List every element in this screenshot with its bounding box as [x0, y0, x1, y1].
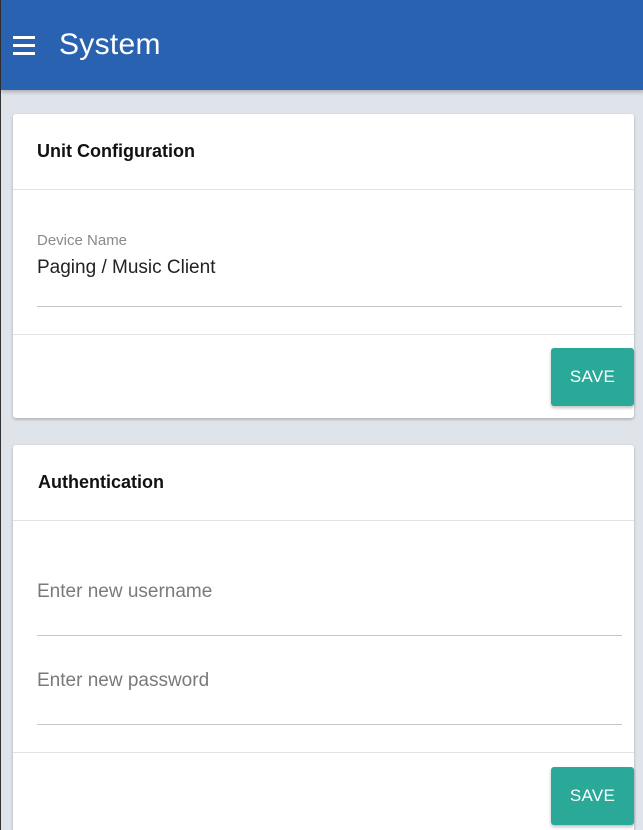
authentication-card: Authentication SAVE — [13, 445, 634, 830]
device-name-field[interactable]: Device Name Paging / Music Client — [37, 190, 622, 334]
unit-configuration-header: Unit Configuration — [13, 114, 634, 190]
authentication-actions: SAVE — [13, 752, 634, 830]
authentication-save-button[interactable]: SAVE — [551, 767, 634, 825]
app-bar: System — [1, 0, 643, 90]
device-name-label: Device Name — [37, 232, 128, 249]
password-input[interactable] — [37, 670, 622, 692]
authentication-title: Authentication — [38, 472, 164, 492]
password-field[interactable] — [37, 626, 622, 752]
username-field[interactable] — [37, 521, 622, 636]
authentication-header: Authentication — [13, 445, 634, 521]
unit-configuration-title: Unit Configuration — [37, 141, 195, 161]
device-name-value[interactable]: Paging / Music Client — [37, 257, 622, 279]
unit-configuration-card: Unit Configuration Device Name Paging / … — [13, 114, 634, 418]
menu-line — [13, 35, 35, 39]
menu-line — [13, 51, 35, 55]
page-title: System — [59, 28, 161, 61]
menu-line — [13, 43, 35, 47]
unit-configuration-save-button[interactable]: SAVE — [551, 348, 634, 406]
device-name-underline — [37, 306, 622, 307]
unit-configuration-actions: SAVE — [13, 334, 634, 418]
username-input[interactable] — [37, 581, 622, 603]
hamburger-menu-icon[interactable] — [13, 33, 37, 57]
password-underline — [37, 724, 622, 725]
